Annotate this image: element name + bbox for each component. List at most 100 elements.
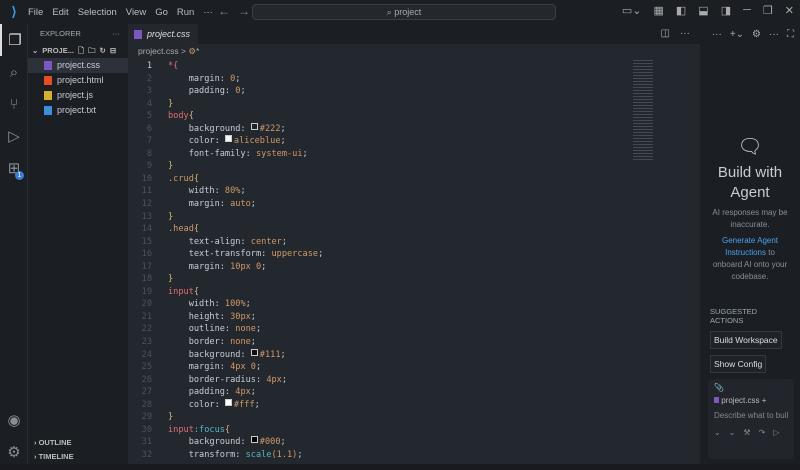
minimap[interactable] [633, 60, 653, 160]
status-bar [0, 464, 800, 470]
color-swatch[interactable] [224, 135, 232, 143]
split-editor-icon[interactable]: ◫ [661, 28, 670, 39]
toggle-secondary-sidebar-icon[interactable]: ◨ [721, 4, 731, 17]
line-number: 21 [141, 311, 152, 322]
code-line: 5 body{ [128, 110, 628, 123]
line-number: 3 [146, 86, 152, 97]
minimize-icon[interactable]: ─ [743, 4, 751, 17]
code-token: margin: [168, 73, 231, 84]
breadcrumb-symbol[interactable]: * [196, 46, 199, 56]
code-token: text-transform: [168, 249, 272, 260]
menu-go[interactable]: Go [155, 7, 168, 18]
chat-input[interactable]: Describe what to build [714, 411, 788, 420]
symbol-icon: ⚙ [188, 46, 196, 56]
folder-name: PROJE... [42, 46, 74, 55]
command-center-search[interactable]: ⌕ project [252, 4, 556, 20]
code-line: 3 padding: 0; [128, 85, 628, 98]
code-token: ; [240, 86, 246, 97]
color-swatch[interactable] [250, 122, 258, 130]
line-number: 10 [141, 173, 152, 184]
menu-view[interactable]: View [126, 7, 146, 18]
restore-icon[interactable]: ❐ [763, 4, 773, 17]
line-number: 23 [141, 337, 152, 348]
explorer-icon[interactable]: ❐ [0, 24, 28, 56]
menu-file[interactable]: File [28, 7, 43, 18]
file-item[interactable]: project.css [28, 58, 128, 73]
attach-icon[interactable]: 📎 [714, 383, 788, 392]
code-token: #000 [259, 437, 281, 448]
explorer-more-icon[interactable]: ··· [113, 24, 121, 44]
code-token: ; [250, 337, 256, 348]
build-workspace-button[interactable]: Build Workspace [710, 331, 782, 349]
line-number: 31 [141, 437, 152, 448]
chat-icon[interactable]: ▭⌄ [622, 4, 642, 17]
new-file-icon[interactable]: 🗋 [78, 44, 84, 58]
tools-icon[interactable]: ⚒ [743, 428, 750, 437]
code-token: margin: [168, 362, 231, 373]
file-item[interactable]: project.html [28, 73, 128, 88]
code-token: 10px 0 [230, 261, 262, 272]
menu-selection[interactable]: Selection [78, 7, 117, 18]
code-line: 1 *{ [128, 60, 628, 73]
line-number: 29 [141, 412, 152, 423]
code-token: scale [245, 449, 272, 460]
model-dropdown-icon[interactable]: ⌄ [729, 428, 736, 437]
toggle-sidebar-icon[interactable]: ◧ [676, 4, 686, 17]
add-context-icon[interactable]: + [762, 396, 767, 405]
code-line: 4} [128, 98, 628, 111]
layout-icon[interactable]: ▦ [653, 4, 663, 17]
toggle-panel-icon[interactable]: ⬓ [698, 4, 708, 17]
chevron-down-icon: ⌄ [32, 46, 39, 55]
code-area[interactable]: 1 *{2 margin: 0; 3 padding: 0; 4} 5 body{6 ba… [128, 60, 628, 462]
project-folder[interactable]: ⌄ PROJE... 🗋 🗀 ↻ ⊟ [28, 44, 128, 58]
code-token: #fff [233, 399, 255, 410]
extensions-badge: 1 [15, 171, 24, 180]
code-token: { [224, 424, 231, 435]
code-token: { [188, 111, 194, 122]
account-icon[interactable]: ◉ [0, 404, 28, 436]
line-number: 4 [146, 98, 152, 109]
menu-more[interactable]: ··· [203, 7, 213, 18]
context-file-chip[interactable]: project.css [721, 396, 759, 405]
breadcrumb-file[interactable]: project.css [138, 46, 179, 56]
show-config-button[interactable]: Show Config [710, 355, 767, 373]
line-number: 19 [141, 286, 152, 297]
close-window-icon[interactable]: ✕ [785, 4, 794, 17]
color-swatch[interactable] [224, 398, 232, 406]
forward-arrow-icon[interactable]: → [238, 4, 250, 18]
search-icon[interactable]: ⌕ [0, 56, 28, 88]
tab-project-css[interactable]: project.css [128, 24, 198, 44]
code-token: } [168, 274, 174, 285]
code-token: none [235, 324, 256, 335]
outline-section[interactable]: › OUTLINE [28, 436, 128, 450]
editor-more-icon[interactable]: ··· [680, 28, 690, 39]
menu-run[interactable]: Run [177, 7, 194, 18]
source-control-icon[interactable]: ⑂ [0, 88, 28, 120]
back-arrow-icon[interactable]: ← [218, 4, 230, 18]
new-folder-icon[interactable]: 🗀 [88, 44, 96, 58]
color-swatch[interactable] [250, 436, 258, 444]
collapse-icon[interactable]: ⊟ [110, 44, 116, 58]
code-line: 27 padding: 4px; [128, 386, 628, 399]
chat-settings-icon[interactable]: ⚙ [752, 29, 761, 40]
menu-edit[interactable]: Edit [52, 7, 68, 18]
code-token: { [193, 286, 200, 297]
file-item[interactable]: project.js [28, 88, 128, 103]
color-swatch[interactable] [250, 348, 258, 356]
extensions-icon[interactable]: ⊞ 1 [0, 152, 28, 184]
mode-dropdown-icon[interactable]: ⌄ [714, 428, 721, 437]
code-token: } [168, 161, 174, 172]
timeline-section[interactable]: › TIMELINE [28, 450, 128, 464]
panel-more-icon[interactable]: ··· [712, 29, 722, 40]
refresh-icon[interactable]: ↻ [100, 44, 106, 58]
redo-icon[interactable]: ↷ [759, 428, 766, 437]
code-token: color: [168, 399, 225, 410]
file-item[interactable]: project.txt [28, 103, 128, 118]
run-debug-icon[interactable]: ▷ [0, 120, 28, 152]
send-icon[interactable]: ▷ [773, 428, 779, 437]
code-token: uppercase [271, 249, 319, 260]
new-chat-icon[interactable]: +⌄ [730, 29, 744, 40]
maximize-icon[interactable]: ⛶ [787, 29, 794, 40]
code-token: width: [168, 186, 225, 197]
chat-more-icon[interactable]: ··· [769, 29, 779, 40]
